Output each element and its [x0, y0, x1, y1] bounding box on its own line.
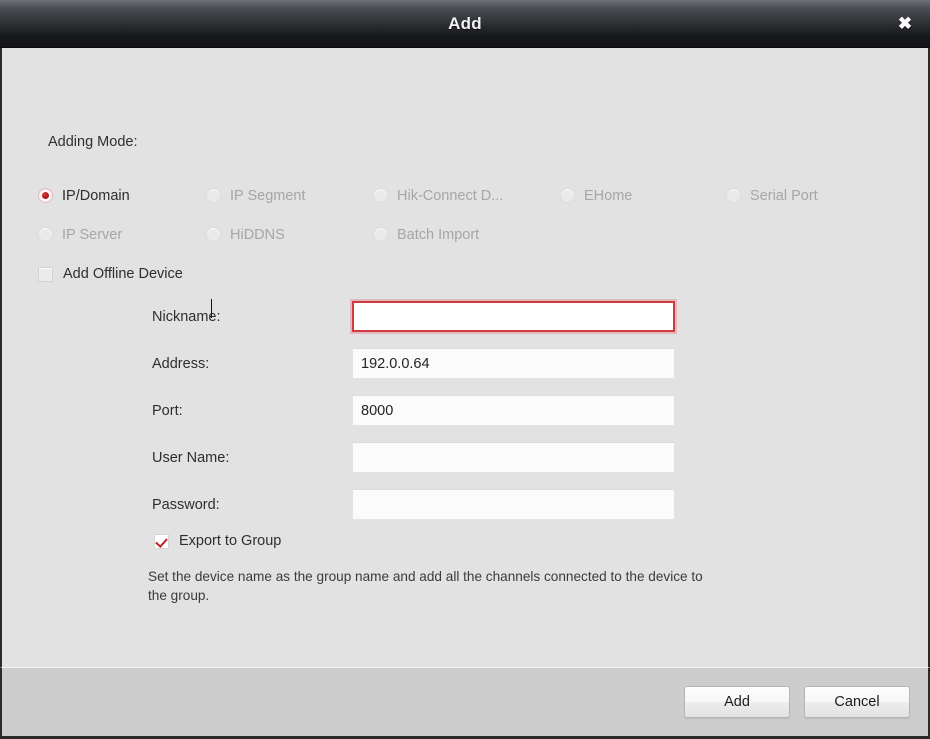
user-name-label: User Name: — [152, 449, 230, 466]
add-device-dialog: Add ✖ Adding Mode: IP/Domain IP Segment … — [0, 0, 930, 739]
radio-label: Batch Import — [397, 226, 480, 243]
export-to-group-label: Export to Group — [179, 533, 282, 549]
form-row-nickname: Nickname: — [152, 293, 682, 340]
adding-mode-label: Adding Mode: — [48, 134, 138, 150]
checkbox-checked-icon — [154, 533, 169, 549]
radio-label: IP Server — [62, 226, 123, 243]
radio-label: IP Segment — [230, 187, 306, 204]
dialog-footer: Add Cancel — [0, 667, 930, 739]
nickname-input[interactable] — [352, 301, 675, 332]
radio-dot-icon — [206, 188, 221, 203]
radio-dot-icon — [38, 227, 53, 242]
radio-dot-icon — [560, 188, 575, 203]
radio-ip-server[interactable]: IP Server — [38, 227, 206, 243]
adding-mode-row-1: IP/Domain IP Segment Hik-Connect D... EH… — [38, 176, 888, 215]
dialog-title: Add — [448, 13, 482, 33]
radio-dot-icon — [38, 188, 53, 203]
radio-hik-connect-domain[interactable]: Hik-Connect D... — [373, 188, 560, 204]
radio-dot-icon — [726, 188, 741, 203]
radio-label: Hik-Connect D... — [397, 187, 504, 204]
radio-label: EHome — [584, 187, 633, 204]
export-help-text: Set the device name as the group name an… — [148, 569, 703, 603]
radio-ip-domain[interactable]: IP/Domain — [38, 188, 206, 204]
radio-label: IP/Domain — [62, 187, 130, 204]
radio-dot-icon — [373, 227, 388, 242]
radio-dot-icon — [206, 227, 221, 242]
form-row-address: Address: — [152, 340, 682, 387]
dialog-titlebar: Add ✖ — [0, 0, 930, 48]
text-caret — [211, 299, 212, 318]
radio-label: Serial Port — [750, 187, 818, 204]
add-offline-device-label: Add Offline Device — [63, 266, 183, 282]
form-row-port: Port: — [152, 387, 682, 434]
close-icon[interactable]: ✖ — [892, 11, 918, 37]
radio-serial-port[interactable]: Serial Port — [726, 188, 886, 204]
address-label: Address: — [152, 355, 210, 372]
dialog-body: Adding Mode: IP/Domain IP Segment Hik-Co… — [0, 48, 930, 667]
checkbox-icon — [38, 266, 53, 282]
form-row-user-name: User Name: — [152, 434, 682, 481]
nickname-label: Nickname: — [152, 308, 221, 325]
password-label: Password: — [152, 496, 220, 513]
export-to-group-checkbox[interactable]: Export to Group — [154, 533, 281, 549]
cancel-button[interactable]: Cancel — [804, 686, 910, 718]
port-label: Port: — [152, 402, 183, 419]
address-input[interactable] — [352, 348, 675, 379]
device-form: Nickname: Address: Port: User Name: Pass… — [152, 293, 682, 528]
form-row-password: Password: — [152, 481, 682, 528]
radio-dot-icon — [373, 188, 388, 203]
adding-mode-radio-group: IP/Domain IP Segment Hik-Connect D... EH… — [38, 176, 888, 254]
radio-hiddns[interactable]: HiDDNS — [206, 227, 373, 243]
radio-ip-segment[interactable]: IP Segment — [206, 188, 373, 204]
radio-label: HiDDNS — [230, 226, 285, 243]
adding-mode-row-2: IP Server HiDDNS Batch Import — [38, 215, 888, 254]
radio-batch-import[interactable]: Batch Import — [373, 227, 560, 243]
radio-ehome[interactable]: EHome — [560, 188, 726, 204]
add-button[interactable]: Add — [684, 686, 790, 718]
user-name-input[interactable] — [352, 442, 675, 473]
add-offline-device-checkbox[interactable]: Add Offline Device — [38, 266, 183, 282]
password-input[interactable] — [352, 489, 675, 520]
port-input[interactable] — [352, 395, 675, 426]
